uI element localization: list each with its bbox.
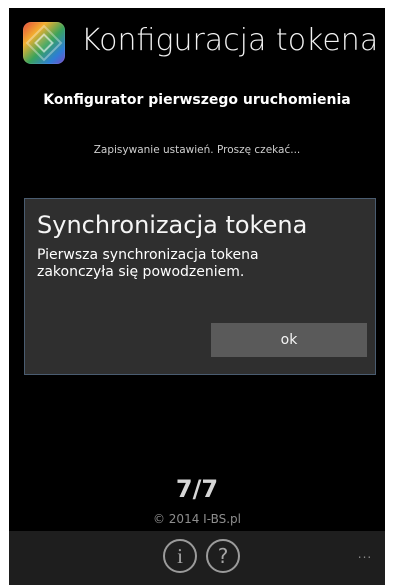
- sync-dialog: Synchronizacja tokena Pierwsza synchroni…: [24, 198, 376, 375]
- dialog-title: Synchronizacja tokena: [37, 211, 308, 239]
- page-counter: 7/7: [175, 475, 219, 503]
- app-cube-icon: [23, 22, 65, 64]
- wizard-title: Konfigurator pierwszego uruchomienia: [43, 92, 351, 108]
- help-icon[interactable]: ?: [206, 539, 240, 573]
- more-icon[interactable]: ...: [356, 548, 374, 560]
- app-title: Konfiguracja tokena: [81, 23, 379, 58]
- dialog-message: Pierwsza synchronizacja tokena zakonczył…: [37, 247, 259, 280]
- copyright-text: © 2014 I-BS.pl: [152, 512, 241, 526]
- saving-status: Zapisywanie ustawień. Proszę czekać...: [93, 144, 301, 156]
- phone-screen: Konfiguracja tokena Konfigurator pierwsz…: [9, 8, 385, 585]
- ok-button[interactable]: ok: [211, 323, 367, 357]
- info-icon[interactable]: i: [163, 539, 197, 573]
- app-bar: i ? ...: [9, 531, 385, 585]
- app-header: Konfiguracja tokena: [9, 8, 385, 78]
